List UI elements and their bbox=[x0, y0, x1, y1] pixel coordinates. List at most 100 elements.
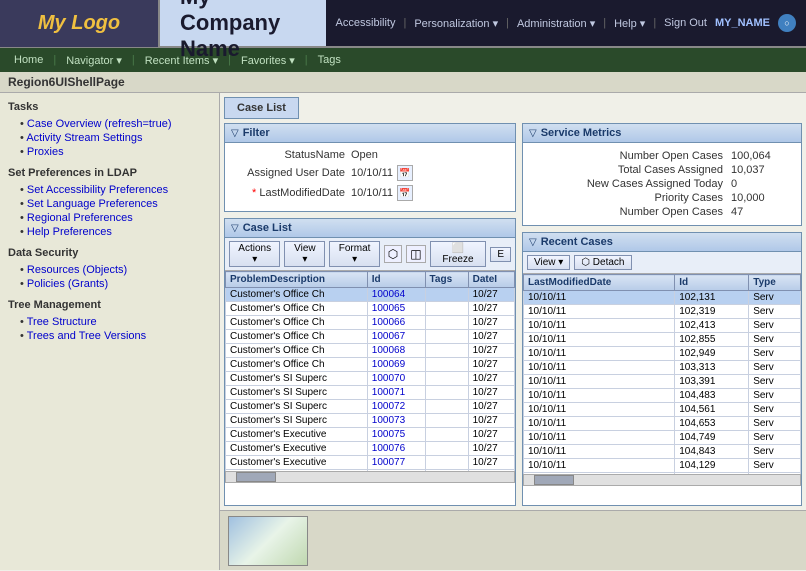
sidebar-item-help-prefs[interactable]: Help Preferences bbox=[8, 225, 211, 239]
case-list-toolbar: Actions ▾ View ▾ Format ▾ ⬡ ◫ ⬜ Freeze E bbox=[225, 238, 515, 271]
view-button[interactable]: View ▾ bbox=[284, 241, 325, 267]
filter-panel-header[interactable]: ▽ Filter bbox=[225, 124, 515, 143]
recent-cases-scrollbar[interactable] bbox=[523, 474, 801, 486]
id-link[interactable]: 100073 bbox=[372, 415, 405, 426]
recent-cases-header[interactable]: ▽ Recent Cases bbox=[523, 233, 801, 252]
sidebar-item-proxies[interactable]: Proxies bbox=[8, 145, 211, 159]
navbar: Home | Navigator ▾ | Recent Items ▾ | Fa… bbox=[0, 48, 806, 72]
cell-tags bbox=[425, 456, 468, 470]
id-link[interactable]: 100075 bbox=[372, 429, 405, 440]
personalization-link[interactable]: Personalization ▾ bbox=[414, 17, 498, 30]
filter-value-statusname: Open bbox=[351, 149, 378, 161]
cell-recent-id: 102,131 bbox=[675, 291, 749, 305]
cell-recent-id: 104,483 bbox=[675, 389, 749, 403]
cell-desc: Customer's Executive bbox=[226, 428, 368, 442]
id-link[interactable]: 100069 bbox=[372, 359, 405, 370]
sidebar-item-resources[interactable]: Resources (Objects) bbox=[8, 263, 211, 277]
col-problem-desc[interactable]: ProblemDescription bbox=[226, 272, 368, 288]
recent-cases-grid-scroll[interactable]: LastModifiedDate Id Type 10/10/11 102,13… bbox=[523, 274, 801, 474]
case-list-tab[interactable]: Case List bbox=[224, 97, 299, 119]
service-metrics-header[interactable]: ▽ Service Metrics bbox=[523, 124, 801, 143]
sidebar-item-language-prefs[interactable]: Set Language Preferences bbox=[8, 197, 211, 211]
actions-button[interactable]: Actions ▾ bbox=[229, 241, 280, 267]
recent-cases-scrollbar-thumb bbox=[534, 475, 574, 485]
format-button[interactable]: Format ▾ bbox=[329, 241, 379, 267]
id-link[interactable]: 100066 bbox=[372, 317, 405, 328]
table-row: 10/10/11 104,843 Serv bbox=[524, 445, 801, 459]
cell-id: 100073 bbox=[367, 414, 425, 428]
col-recent-date[interactable]: LastModifiedDate bbox=[524, 275, 675, 291]
id-link[interactable]: 100064 bbox=[372, 289, 405, 300]
metrics-label: Priority Cases bbox=[533, 192, 731, 204]
col-date[interactable]: DateI bbox=[468, 272, 514, 288]
administration-link[interactable]: Administration ▾ bbox=[517, 17, 595, 30]
cell-date: 10/27 bbox=[468, 428, 514, 442]
sidebar-item-trees-versions[interactable]: Trees and Tree Versions bbox=[8, 329, 211, 343]
table-row: 10/10/11 104,483 Serv bbox=[524, 389, 801, 403]
freeze-button[interactable]: ⬜ Freeze bbox=[430, 241, 487, 267]
id-link[interactable]: 100071 bbox=[372, 387, 405, 398]
cell-recent-id: 104,749 bbox=[675, 431, 749, 445]
recent-view-button[interactable]: View ▾ bbox=[527, 255, 570, 270]
case-list-grid-scroll[interactable]: ProblemDescription Id Tags DateI Custome… bbox=[225, 271, 515, 471]
sidebar-item-policies[interactable]: Policies (Grants) bbox=[8, 277, 211, 291]
sidebar-item-case-overview[interactable]: Case Overview (refresh=true) bbox=[8, 117, 211, 131]
cell-desc: Customer's SI Superc bbox=[226, 414, 368, 428]
col-tags[interactable]: Tags bbox=[425, 272, 468, 288]
toolbar-icon-2[interactable]: ◫ bbox=[406, 245, 425, 263]
sidebar-item-activity-stream[interactable]: Activity Stream Settings bbox=[8, 131, 211, 145]
cell-recent-date: 10/10/11 bbox=[524, 403, 675, 417]
cell-date: 10/27 bbox=[468, 386, 514, 400]
cell-recent-date: 10/10/11 bbox=[524, 347, 675, 361]
cell-recent-date: 10/10/11 bbox=[524, 361, 675, 375]
id-link[interactable]: 100065 bbox=[372, 303, 405, 314]
help-link[interactable]: Help ▾ bbox=[614, 17, 645, 30]
cell-recent-id: 103,313 bbox=[675, 361, 749, 375]
col-id[interactable]: Id bbox=[367, 272, 425, 288]
toolbar-icon-1[interactable]: ⬡ bbox=[384, 245, 402, 263]
cell-id: 100071 bbox=[367, 386, 425, 400]
nav-favorites[interactable]: Favorites ▾ bbox=[235, 52, 301, 69]
table-row: Customer's SI Superc 100070 10/27 bbox=[226, 372, 515, 386]
table-row: Customer's Office Ch 100064 10/27 bbox=[226, 288, 515, 302]
nav-recent-items[interactable]: Recent Items ▾ bbox=[139, 52, 224, 69]
nav-home[interactable]: Home bbox=[8, 52, 49, 68]
cell-recent-id: 104,653 bbox=[675, 417, 749, 431]
table-row: 10/10/11 104,561 Serv bbox=[524, 403, 801, 417]
cell-id: 100065 bbox=[367, 302, 425, 316]
cell-desc: Customer's Office Ch bbox=[226, 358, 368, 372]
nav-tags[interactable]: Tags bbox=[312, 52, 347, 68]
service-metrics-collapse-icon: ▽ bbox=[529, 128, 537, 139]
case-list-scrollbar[interactable] bbox=[225, 471, 515, 483]
cell-desc: Customer's Office Ch bbox=[226, 302, 368, 316]
table-row: Customer's SI Superc 100073 10/27 bbox=[226, 414, 515, 428]
case-list-panel-header[interactable]: ▽ Case List bbox=[225, 219, 515, 238]
filter-row-lastmodified: LastModifiedDate 10/10/11 📅 bbox=[231, 185, 509, 201]
col-recent-id[interactable]: Id bbox=[675, 275, 749, 291]
sidebar-item-regional-prefs[interactable]: Regional Preferences bbox=[8, 211, 211, 225]
filter-panel-body: StatusName Open Assigned User Date 10/10… bbox=[225, 143, 515, 211]
table-row: Customer's Office Ch 100069 10/27 bbox=[226, 358, 515, 372]
id-link[interactable]: 100076 bbox=[372, 443, 405, 454]
cell-date: 10/27 bbox=[468, 456, 514, 470]
nav-navigator[interactable]: Navigator ▾ bbox=[60, 52, 128, 69]
cell-recent-type: Serv bbox=[749, 445, 801, 459]
sidebar-item-accessibility-prefs[interactable]: Set Accessibility Preferences bbox=[8, 183, 211, 197]
cell-desc: Customer's SI Superc bbox=[226, 386, 368, 400]
export-button[interactable]: E bbox=[490, 247, 511, 262]
calendar-icon-lastmodified[interactable]: 📅 bbox=[397, 185, 413, 201]
filter-label-lastmodified: LastModifiedDate bbox=[231, 187, 351, 199]
id-link[interactable]: 100072 bbox=[372, 401, 405, 412]
calendar-icon-assigned[interactable]: 📅 bbox=[397, 165, 413, 181]
id-link[interactable]: 100077 bbox=[372, 457, 405, 468]
username-label: MY_NAME bbox=[715, 17, 770, 29]
detach-button[interactable]: ⬡ Detach bbox=[574, 255, 631, 270]
id-link[interactable]: 100070 bbox=[372, 373, 405, 384]
signout-link[interactable]: Sign Out bbox=[664, 17, 707, 29]
id-link[interactable]: 100068 bbox=[372, 345, 405, 356]
accessibility-link[interactable]: Accessibility bbox=[336, 17, 396, 29]
id-link[interactable]: 100067 bbox=[372, 331, 405, 342]
sidebar-item-tree-structure[interactable]: Tree Structure bbox=[8, 315, 211, 329]
cell-tags bbox=[425, 288, 468, 302]
col-recent-type[interactable]: Type bbox=[749, 275, 801, 291]
